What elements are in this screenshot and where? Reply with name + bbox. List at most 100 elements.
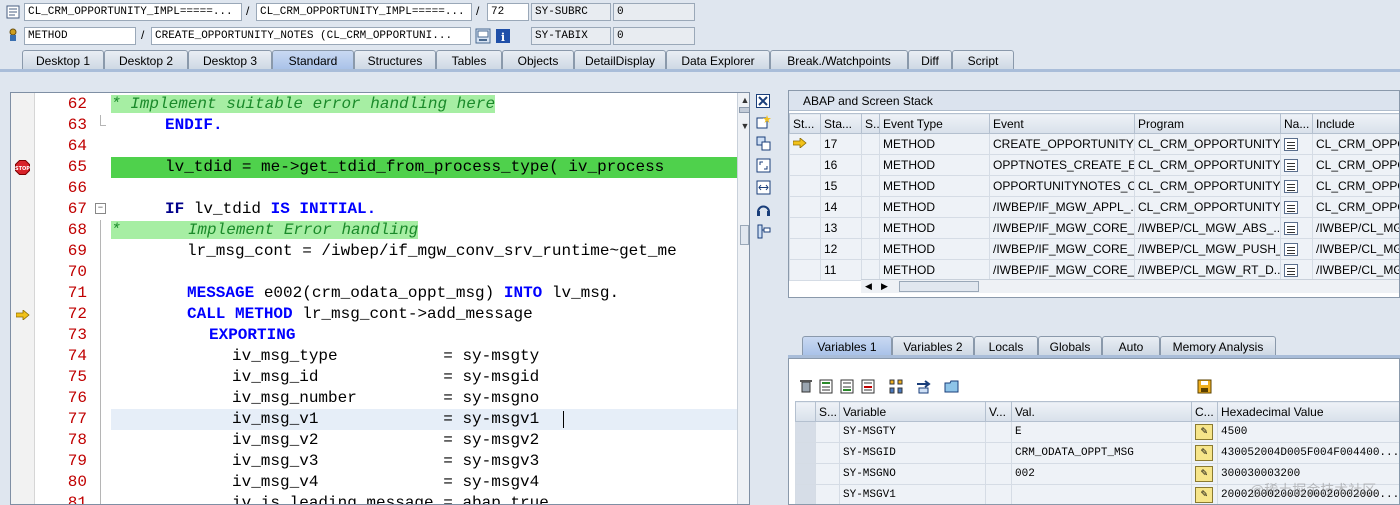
tab-desktop-3[interactable]: Desktop 3 — [188, 50, 272, 70]
tab-variables-1[interactable]: Variables 1 — [802, 336, 892, 356]
code-line[interactable]: STOP 65 lv_tdid = me->get_tdid_from_proc… — [11, 157, 749, 178]
table-row[interactable]: 17 METHOD CREATE_OPPORTUNITY_... CL_CRM_… — [789, 133, 1399, 155]
navigate-icon[interactable] — [1284, 159, 1298, 173]
column-header[interactable]: Val. — [1011, 401, 1192, 422]
tab-diff[interactable]: Diff — [908, 50, 952, 70]
column-header[interactable]: V... — [985, 401, 1012, 422]
settings-tool-icon[interactable] — [755, 224, 771, 240]
code-line[interactable]: 79 iv_msg_v3 = sy-msgv3 — [11, 451, 749, 472]
stack-nav-cell[interactable] — [1280, 238, 1313, 260]
code-line[interactable]: 73 EXPORTING — [11, 325, 749, 346]
code-line[interactable]: 74 iv_msg_type = sy-msgty — [11, 346, 749, 367]
services-tool-icon[interactable] — [755, 202, 771, 218]
stack-nav-cell[interactable] — [1280, 154, 1313, 176]
var-change-cell[interactable]: ✎ — [1191, 484, 1218, 504]
append-row-icon[interactable] — [839, 379, 855, 395]
stack-nav-cell[interactable] — [1280, 217, 1313, 239]
table-row[interactable]: 14 METHOD /IWBEP/IF_MGW_APPL_... CL_CRM_… — [789, 196, 1399, 218]
save-icon[interactable] — [1196, 379, 1212, 395]
variable-value[interactable] — [1011, 484, 1192, 504]
column-header[interactable]: S... — [815, 401, 840, 422]
code-line[interactable]: 66 — [11, 178, 749, 199]
stack-nav-cell[interactable] — [1280, 133, 1313, 155]
scroll-down-icon[interactable]: ▼ — [740, 121, 749, 131]
tab-desktop-1[interactable]: Desktop 1 — [22, 50, 104, 70]
tab-desktop-2[interactable]: Desktop 2 — [104, 50, 188, 70]
tab-structures[interactable]: Structures — [354, 50, 436, 70]
tab-memory-analysis[interactable]: Memory Analysis — [1160, 336, 1276, 356]
line-number-field[interactable]: 72 — [487, 3, 529, 21]
hierarchy-icon[interactable] — [888, 379, 904, 395]
tab-detail-display[interactable]: DetailDisplay — [574, 50, 666, 70]
delete-icon[interactable] — [798, 379, 814, 395]
column-header[interactable]: S... — [861, 113, 880, 134]
row-selector[interactable] — [795, 463, 816, 485]
maximize-tool-icon[interactable] — [755, 158, 771, 174]
row-selector-header[interactable] — [795, 401, 816, 422]
navigate-icon[interactable] — [1284, 201, 1298, 215]
close-icon[interactable] — [755, 94, 771, 110]
column-header[interactable]: Hexadecimal Value — [1217, 401, 1399, 422]
navigate-icon[interactable] — [1284, 222, 1298, 236]
code-line[interactable]: 68 * Implement Error handling — [11, 220, 749, 241]
column-header[interactable]: Event Type — [879, 113, 990, 134]
scroll-grip-icon[interactable] — [740, 225, 749, 245]
tab-standard[interactable]: Standard — [272, 50, 354, 70]
table-row[interactable]: 15 METHOD OPPORTUNITYNOTES_C... CL_CRM_O… — [789, 175, 1399, 197]
transfer-icon[interactable] — [916, 379, 932, 395]
pencil-icon[interactable]: ✎ — [1195, 424, 1213, 440]
code-line[interactable]: 62 * Implement suitable error handling h… — [11, 94, 749, 115]
code-line[interactable]: 75 iv_msg_id = sy-msgid — [11, 367, 749, 388]
variable-name[interactable]: SY-MSGID — [839, 442, 986, 464]
code-line[interactable]: 80 iv_msg_v4 = sy-msgv4 — [11, 472, 749, 493]
source-code-editor[interactable]: 62 * Implement suitable error handling h… — [10, 92, 750, 505]
var-change-cell[interactable]: ✎ — [1191, 463, 1218, 485]
navigate-icon[interactable] — [1284, 243, 1298, 257]
collapse-block-icon[interactable]: − — [95, 203, 106, 214]
pencil-icon[interactable]: ✎ — [1195, 445, 1213, 461]
navigate-icon[interactable] — [1284, 264, 1298, 278]
navigate-icon[interactable] — [1284, 180, 1298, 194]
code-line-cursor[interactable]: 77 iv_msg_v1 = sy-msgv1 — [11, 409, 749, 430]
tab-auto[interactable]: Auto — [1102, 336, 1160, 356]
row-selector[interactable] — [795, 484, 816, 504]
tab-globals[interactable]: Globals — [1038, 336, 1102, 356]
column-header[interactable]: Include — [1312, 113, 1399, 134]
folder-icon[interactable] — [944, 379, 960, 395]
replace-tool-icon[interactable] — [755, 136, 771, 152]
event-field[interactable]: CREATE_OPPORTUNITY_NOTES (CL_CRM_OPPORTU… — [151, 27, 471, 45]
table-row[interactable]: 13 METHOD /IWBEP/IF_MGW_CORE_... /IWBEP/… — [789, 217, 1399, 239]
column-header[interactable]: Event — [989, 113, 1135, 134]
scroll-up-icon[interactable]: ▲ — [740, 95, 749, 105]
code-line[interactable]: 81 iv_is_leading_message = abap_true — [11, 493, 749, 504]
row-selector[interactable] — [795, 442, 816, 464]
code-line[interactable]: 63 ENDIF. — [11, 115, 749, 136]
table-row[interactable]: 16 METHOD OPPTNOTES_CREATE_E... CL_CRM_O… — [789, 154, 1399, 176]
code-line[interactable]: 67 − IF lv_tdid IS INITIAL. — [11, 199, 749, 220]
var-change-cell[interactable]: ✎ — [1191, 421, 1218, 443]
new-tool-icon[interactable] — [755, 114, 771, 130]
event-type-field[interactable]: METHOD — [24, 27, 136, 45]
tab-breakpoints[interactable]: Break./Watchpoints — [770, 50, 908, 70]
remove-row-icon[interactable] — [860, 379, 876, 395]
editor-vertical-scrollbar[interactable]: ▲ ▼ — [737, 93, 749, 504]
tab-tables[interactable]: Tables — [436, 50, 502, 70]
insert-row-icon[interactable] — [818, 379, 834, 395]
scroll-right-icon[interactable]: ▶ — [881, 281, 888, 292]
column-header[interactable]: Sta... — [820, 113, 862, 134]
main-program-field[interactable]: CL_CRM_OPPORTUNITY_IMPL=====... — [24, 3, 242, 21]
tab-script[interactable]: Script — [952, 50, 1014, 70]
column-header[interactable]: St... — [789, 113, 821, 134]
variable-value[interactable]: CRM_ODATA_OPPT_MSG — [1011, 442, 1192, 464]
breakpoint-stop-icon[interactable]: STOP — [15, 160, 30, 175]
stack-nav-cell[interactable] — [1280, 196, 1313, 218]
code-line[interactable]: 76 iv_msg_number = sy-msgno — [11, 388, 749, 409]
info-icon[interactable]: i — [495, 28, 511, 44]
scroll-left-icon[interactable]: ◀ — [865, 281, 872, 292]
code-line[interactable]: 64 — [11, 136, 749, 157]
column-header[interactable]: Na... — [1280, 113, 1313, 134]
include-field[interactable]: CL_CRM_OPPORTUNITY_IMPL=====... — [256, 3, 472, 21]
variable-name[interactable]: SY-MSGTY — [839, 421, 986, 443]
column-header[interactable]: Variable — [839, 401, 986, 422]
code-line[interactable]: 69 lr_msg_cont = /iwbep/if_mgw_conv_srv_… — [11, 241, 749, 262]
